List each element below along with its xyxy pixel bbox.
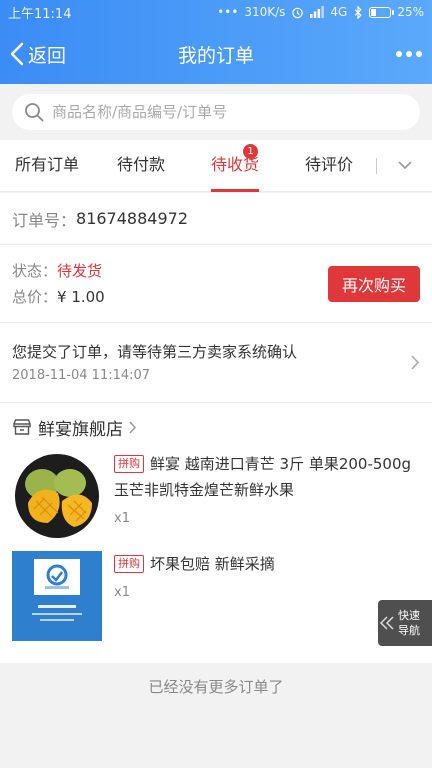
quick-nav-line: 导航 xyxy=(398,624,420,637)
battery-percent: 25% xyxy=(397,5,424,19)
chevron-right-icon xyxy=(411,355,420,370)
order-tracking-row[interactable]: 您提交了订单，请等待第三方卖家系统确认 2018-11-04 11:14:07 xyxy=(0,323,432,403)
tracking-time: 2018-11-04 11:14:07 xyxy=(12,367,151,383)
product-title-text: 鲜宴 越南进口青芒 3斤 单果200-500g 玉芒非凯特金煌芒新鲜水果 xyxy=(114,455,412,499)
order-number-label: 订单号： xyxy=(12,210,77,230)
bluetooth-icon xyxy=(355,5,362,19)
order-card: 订单号： 81674884972 状态：待发货 总价：¥ 1.00 再次购买 您… xyxy=(0,193,432,663)
order-number: 81674884972 xyxy=(76,209,188,228)
product-title: 拼购 鲜宴 越南进口青芒 3斤 单果200-500g 玉芒非凯特金煌芒新鲜水果 xyxy=(114,451,420,503)
top-bar: 上午11:14 ••• 310K/s 4G 25% 返回 我的订单 xyxy=(0,0,432,84)
tab-pending-payment[interactable]: 待付款 xyxy=(94,140,188,192)
tracking-text: 您提交了订单，请等待第三方卖家系统确认 2018-11-04 11:14:07 xyxy=(12,339,411,387)
group-buy-tag: 拼购 xyxy=(114,555,144,573)
quick-nav-label: 快速 导航 xyxy=(398,608,420,638)
status-right: ••• 310K/s 4G 25% xyxy=(217,5,424,19)
search-box[interactable] xyxy=(12,94,420,130)
more-button[interactable] xyxy=(396,24,422,84)
rebuy-button[interactable]: 再次购买 xyxy=(328,265,420,302)
battery-icon xyxy=(369,6,395,18)
more-dot xyxy=(406,51,412,57)
no-more-orders-text: 已经没有更多订单了 xyxy=(148,678,284,696)
search-icon xyxy=(25,103,44,122)
shop-link[interactable]: 鲜宴旗舰店 xyxy=(0,403,432,451)
order-tabs: 所有订单 待付款 待收货 1 待评价 xyxy=(0,140,432,192)
total-label: 总价： xyxy=(12,287,58,306)
status-lines: 状态：待发货 总价：¥ 1.00 xyxy=(12,258,328,310)
tab-all-orders[interactable]: 所有订单 xyxy=(0,140,94,192)
guarantee-product-image xyxy=(12,551,102,641)
total-line: 总价：¥ 1.00 xyxy=(12,284,328,310)
tab-pending-review[interactable]: 待评价 xyxy=(282,140,376,192)
tab-badge: 1 xyxy=(243,143,258,159)
tab-label: 待付款 xyxy=(116,154,165,174)
more-dot xyxy=(416,51,422,57)
more-dot xyxy=(396,51,402,57)
product-title-text: 坏果包赔 新鲜采摘 xyxy=(150,555,275,573)
search-input[interactable] xyxy=(52,103,408,121)
quick-nav-button[interactable]: 快速 导航 xyxy=(378,600,432,646)
chevron-right-icon xyxy=(129,420,137,434)
product-item[interactable]: 拼购 坏果包赔 新鲜采摘 x1 xyxy=(0,551,432,651)
back-button[interactable]: 返回 xyxy=(10,24,66,84)
order-number-row: 订单号： 81674884972 xyxy=(0,193,432,245)
tabs-expand-button[interactable] xyxy=(377,140,432,192)
tracking-message: 您提交了订单，请等待第三方卖家系统确认 xyxy=(12,342,298,361)
tab-pending-receipt[interactable]: 待收货 1 xyxy=(188,140,282,192)
product-info: 拼购 鲜宴 越南进口青芒 3斤 单果200-500g 玉芒非凯特金煌芒新鲜水果 x… xyxy=(102,451,420,551)
mango-product-image xyxy=(12,451,102,541)
nav-bar: 返回 我的订单 xyxy=(0,24,432,84)
back-label: 返回 xyxy=(28,44,67,67)
quick-nav-line: 快速 xyxy=(398,609,420,622)
product-qty: x1 xyxy=(114,585,130,600)
status-label: 状态： xyxy=(12,261,58,280)
order-status-row: 状态：待发货 总价：¥ 1.00 再次购买 xyxy=(0,245,432,323)
status-bar: 上午11:14 ••• 310K/s 4G 25% xyxy=(0,0,432,24)
chevron-down-icon xyxy=(397,161,412,170)
product-info: 拼购 坏果包赔 新鲜采摘 x1 xyxy=(102,551,420,651)
search-bar xyxy=(0,84,432,140)
store-icon xyxy=(13,419,31,435)
network-speed: 310K/s xyxy=(244,5,286,19)
product-title: 拼购 坏果包赔 新鲜采摘 xyxy=(114,551,420,577)
status-time: 上午11:14 xyxy=(8,6,72,22)
order-total: ¥ 1.00 xyxy=(57,287,105,306)
chevron-left-icon xyxy=(10,42,24,66)
battery-fill xyxy=(371,8,377,16)
order-status: 待发货 xyxy=(57,261,103,280)
product-item[interactable]: 拼购 鲜宴 越南进口青芒 3斤 单果200-500g 玉芒非凯特金煌芒新鲜水果 x… xyxy=(0,451,432,551)
tab-label: 待评价 xyxy=(304,154,353,174)
signal-icon xyxy=(310,6,325,18)
shop-name: 鲜宴旗舰店 xyxy=(38,419,123,440)
alarm-icon xyxy=(292,7,304,18)
status-line: 状态：待发货 xyxy=(12,258,328,284)
status-dots: ••• xyxy=(217,5,239,19)
group-buy-tag: 拼购 xyxy=(114,455,144,473)
tab-label: 所有订单 xyxy=(14,154,79,174)
network-type: 4G xyxy=(330,5,348,19)
double-chevron-left-icon xyxy=(379,616,394,630)
product-qty: x1 xyxy=(114,511,130,526)
